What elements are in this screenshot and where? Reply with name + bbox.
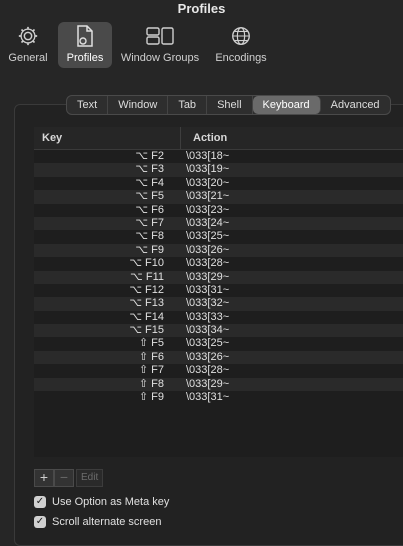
action-cell: \033[28~ bbox=[186, 364, 230, 377]
action-cell: \033[19~ bbox=[186, 163, 230, 176]
table-row[interactable]: ⇧ F7 \033[28~ bbox=[34, 364, 403, 378]
action-cell: \033[21~ bbox=[186, 190, 230, 203]
column-header-key[interactable]: Key bbox=[34, 127, 181, 149]
option-meta-label: Use Option as Meta key bbox=[52, 496, 170, 508]
preferences-toolbar: General Profiles Window Groups Encodings bbox=[0, 22, 403, 70]
key-cell: ⇧ F8 bbox=[138, 377, 164, 390]
table-row[interactable]: ⌥ F4 \033[20~ bbox=[34, 176, 403, 191]
toolbar-encodings-label: Encodings bbox=[215, 52, 267, 64]
table-row[interactable]: ⌥ F13 \033[32~ bbox=[34, 297, 403, 311]
key-cell: ⌥ F8 bbox=[135, 230, 164, 243]
toolbar-general-label: General bbox=[8, 52, 48, 64]
toolbar-profiles[interactable]: Profiles bbox=[58, 22, 112, 68]
action-cell: \033[24~ bbox=[186, 216, 230, 229]
table-row[interactable]: ⌥ F3 \033[19~ bbox=[34, 163, 403, 177]
tab-advanced[interactable]: Advanced bbox=[321, 96, 390, 114]
toolbar-profiles-label: Profiles bbox=[66, 52, 104, 64]
action-cell: \033[18~ bbox=[186, 150, 230, 162]
add-binding-button[interactable]: + bbox=[34, 469, 54, 487]
window-title: Profiles bbox=[177, 1, 226, 16]
key-cell: ⌥ F5 bbox=[135, 190, 164, 203]
table-row[interactable]: ⌥ F5 \033[21~ bbox=[34, 190, 403, 204]
table-row[interactable]: ⌥ F9 \033[26~ bbox=[34, 243, 403, 258]
key-cell: ⇧ F9 bbox=[138, 391, 164, 404]
key-cell: ⌥ F14 bbox=[129, 310, 164, 323]
tab-text[interactable]: Text bbox=[67, 96, 109, 114]
key-cell: ⌥ F11 bbox=[130, 270, 164, 283]
table-row[interactable]: ⌥ F8 \033[25~ bbox=[34, 230, 403, 244]
key-cell: ⌥ F13 bbox=[129, 297, 164, 310]
table-row[interactable]: ⇧ F9 \033[31~ bbox=[34, 391, 403, 405]
tab-window[interactable]: Window bbox=[108, 96, 169, 114]
toolbar-encodings[interactable]: Encodings bbox=[210, 22, 272, 68]
table-row[interactable]: ⌥ F14 \033[33~ bbox=[34, 310, 403, 325]
key-cell: ⇧ F5 bbox=[138, 337, 164, 350]
toolbar-window-groups[interactable]: Window Groups bbox=[116, 22, 204, 68]
action-cell: \033[33~ bbox=[186, 310, 230, 323]
key-cell: ⌥ F7 bbox=[135, 216, 164, 229]
profile-tabs: Text Window Tab Shell Keyboard Advanced bbox=[66, 95, 391, 115]
action-cell: \033[26~ bbox=[186, 350, 230, 363]
profiles-doc-icon bbox=[58, 22, 112, 50]
action-cell: \033[28~ bbox=[186, 257, 230, 270]
gear-icon bbox=[4, 22, 52, 50]
key-cell: ⇧ F6 bbox=[138, 350, 164, 363]
table-row[interactable]: ⌥ F15 \033[34~ bbox=[34, 324, 403, 338]
key-cell: ⌥ F12 bbox=[129, 283, 164, 296]
table-row[interactable]: ⌥ F2 \033[18~ bbox=[34, 150, 403, 164]
action-cell: \033[29~ bbox=[186, 270, 230, 283]
key-cell: ⇧ F7 bbox=[138, 364, 164, 377]
action-cell: \033[25~ bbox=[186, 337, 230, 350]
action-cell: \033[31~ bbox=[186, 391, 230, 404]
scroll-alt-row[interactable]: ✓ Scroll alternate screen bbox=[34, 516, 161, 528]
globe-icon bbox=[210, 22, 272, 50]
table-header: Key Action bbox=[34, 127, 403, 150]
key-cell: ⌥ F4 bbox=[135, 176, 164, 189]
table-row[interactable]: ⇧ F6 \033[26~ bbox=[34, 350, 403, 365]
table-row[interactable]: ⌥ F6 \033[23~ bbox=[34, 203, 403, 217]
edit-binding-button[interactable]: Edit bbox=[76, 469, 104, 487]
key-cell: ⌥ F3 bbox=[135, 163, 164, 176]
table-buttons: + − Edit bbox=[34, 469, 104, 487]
table-row[interactable]: ⇧ F5 \033[25~ bbox=[34, 337, 403, 351]
key-cell: ⌥ F9 bbox=[135, 243, 164, 256]
key-cell: ⌥ F15 bbox=[129, 324, 164, 337]
toolbar-general[interactable]: General bbox=[4, 22, 52, 68]
table-row[interactable]: ⇧ F8 \033[29~ bbox=[34, 377, 403, 392]
column-header-action[interactable]: Action bbox=[181, 127, 227, 149]
toolbar-window-groups-label: Window Groups bbox=[120, 52, 200, 64]
action-cell: \033[34~ bbox=[186, 324, 230, 337]
action-cell: \033[29~ bbox=[186, 377, 230, 390]
table-row[interactable]: ⌥ F7 \033[24~ bbox=[34, 216, 403, 231]
action-cell: \033[26~ bbox=[186, 243, 230, 256]
remove-binding-button[interactable]: − bbox=[54, 469, 74, 487]
tab-shell[interactable]: Shell bbox=[207, 96, 253, 114]
window-groups-icon bbox=[116, 22, 204, 50]
action-cell: \033[32~ bbox=[186, 297, 230, 310]
option-meta-row[interactable]: ✓ Use Option as Meta key bbox=[34, 496, 169, 508]
scroll-alt-checkbox[interactable]: ✓ bbox=[34, 516, 46, 528]
scroll-alt-label: Scroll alternate screen bbox=[52, 516, 162, 528]
table-row[interactable]: ⌥ F11 \033[29~ bbox=[34, 270, 403, 284]
table-row[interactable]: ⌥ F12 \033[31~ bbox=[34, 283, 403, 298]
key-cell: ⌥ F10 bbox=[129, 257, 164, 270]
key-cell: ⌥ F6 bbox=[135, 203, 164, 216]
tab-keyboard[interactable]: Keyboard bbox=[252, 96, 321, 114]
tab-tab[interactable]: Tab bbox=[168, 96, 208, 114]
table-row[interactable]: ⌥ F10 \033[28~ bbox=[34, 257, 403, 271]
table-rows: ⌥ F2 \033[18~ ⌥ F3 \033[19~ ⌥ F4 \033[20~ ⌥ F5… bbox=[34, 150, 403, 405]
action-cell: \033[25~ bbox=[186, 230, 230, 243]
action-cell: \033[20~ bbox=[186, 176, 230, 189]
action-cell: \033[23~ bbox=[186, 203, 230, 216]
key-cell: ⌥ F2 bbox=[135, 150, 164, 162]
option-meta-checkbox[interactable]: ✓ bbox=[34, 496, 46, 508]
key-bindings-table[interactable]: Key Action ⌥ F2 \033[18~ ⌥ F3 \033[19~ ⌥ F4 \… bbox=[34, 127, 403, 457]
action-cell: \033[31~ bbox=[186, 283, 230, 296]
